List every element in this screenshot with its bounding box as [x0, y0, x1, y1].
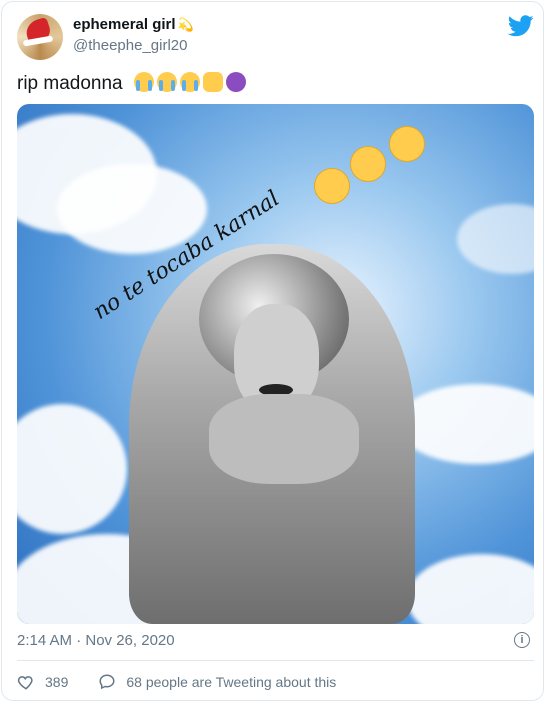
tweet-actions: 389 68 people are Tweeting about this [17, 673, 336, 691]
avatar[interactable] [17, 14, 63, 60]
oncoming-fist-icon [202, 72, 223, 92]
tweet-text-content: rip madonna [17, 73, 123, 94]
author-display-name[interactable]: ephemeral girl 💫 [73, 16, 194, 33]
heart-icon [17, 676, 33, 690]
info-icon[interactable]: i [514, 632, 530, 648]
twitter-logo-icon[interactable] [508, 15, 534, 37]
crying-face-icon [133, 72, 154, 92]
crying-face-icon [156, 72, 177, 92]
tweet-media-image[interactable]: no te tocaba karnal [17, 104, 534, 624]
crying-face-icon [314, 168, 350, 204]
cloud [397, 384, 534, 464]
cloud [457, 204, 534, 274]
madonna-portrait [129, 244, 415, 624]
author-handle[interactable]: @theephe_girl20 [73, 37, 187, 54]
portrait-hands [209, 394, 359, 484]
tweeting-about-text: 68 people are Tweeting about this [126, 674, 337, 690]
tweeting-about-link[interactable]: 68 people are Tweeting about this [98, 673, 336, 691]
exploding-head-icon [350, 146, 386, 182]
divider [17, 660, 534, 661]
speech-bubble-icon [99, 674, 115, 690]
like-count: 389 [45, 674, 69, 690]
like-button[interactable]: 389 [17, 673, 68, 691]
crying-face-icon [179, 72, 200, 92]
cloud [407, 554, 534, 624]
dizzy-emoji-icon: 💫 [177, 17, 194, 32]
display-name-text: ephemeral girl [73, 16, 176, 33]
tweet-timestamp[interactable]: 2:14 AM · Nov 26, 2020 [17, 632, 175, 649]
steam-face-icon [389, 126, 425, 162]
tweet-emoji-row [133, 72, 246, 92]
cloud [17, 404, 127, 534]
angry-devil-icon [225, 72, 246, 92]
tweet-text: rip madonna [17, 72, 246, 95]
